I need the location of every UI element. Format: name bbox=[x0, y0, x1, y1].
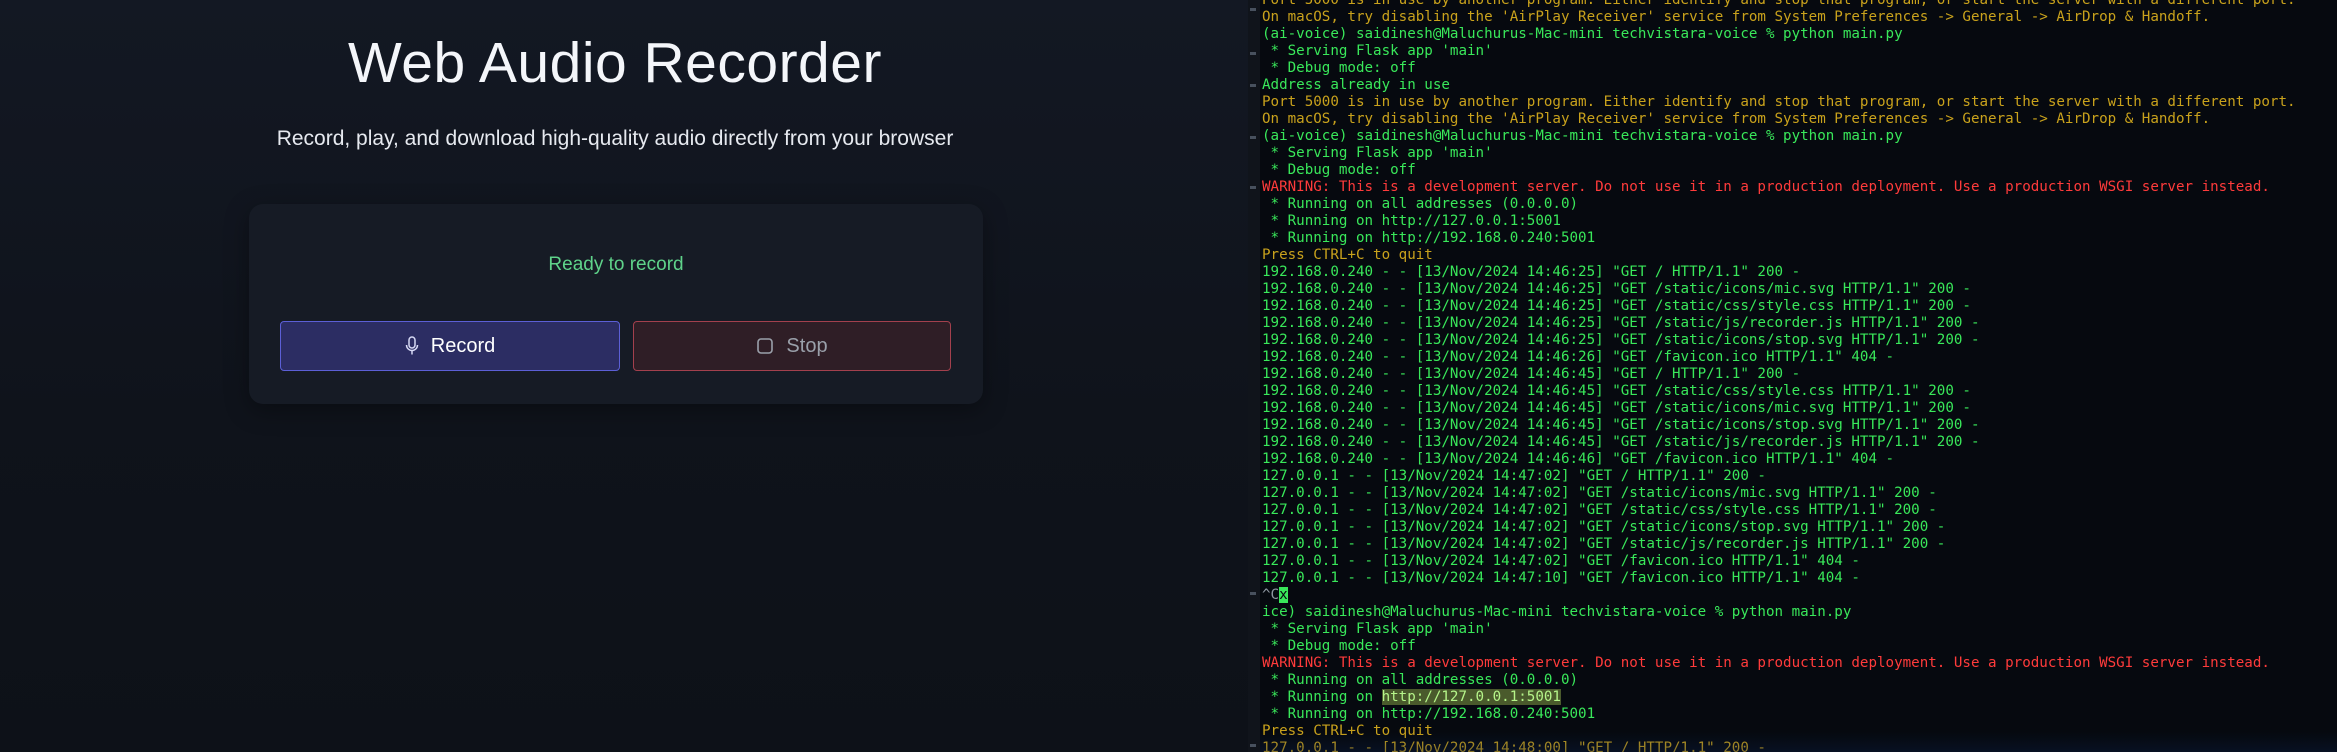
gutter-mark bbox=[1250, 744, 1256, 747]
terminal-line: 192.168.0.240 - - [13/Nov/2024 14:46:25]… bbox=[1262, 264, 1801, 280]
terminal-line: 127.0.0.1 - - [13/Nov/2024 14:47:02] "GE… bbox=[1262, 536, 1946, 552]
audio-recorder-app: Web Audio Recorder Record, play, and dow… bbox=[0, 0, 1248, 752]
terminal-line: 127.0.0.1 - - [13/Nov/2024 14:47:02] "GE… bbox=[1262, 485, 1937, 501]
terminal-line: 192.168.0.240 - - [13/Nov/2024 14:46:25]… bbox=[1262, 298, 1971, 314]
terminal-line: 127.0.0.1 - - [13/Nov/2024 14:48:00] "GE… bbox=[1262, 740, 1766, 752]
terminal-line: * Debug mode: off bbox=[1262, 638, 1416, 654]
terminal-pane[interactable]: Port 5000 is in use by another program. … bbox=[1260, 0, 2337, 752]
terminal-line: Port 5000 is in use by another program. … bbox=[1262, 0, 2296, 8]
terminal-gutter bbox=[1250, 0, 1258, 752]
terminal-line: * Running on http://192.168.0.240:5001 bbox=[1262, 706, 1596, 722]
gutter-mark bbox=[1250, 84, 1256, 87]
terminal-line: 192.168.0.240 - - [13/Nov/2024 14:46:26]… bbox=[1262, 349, 1895, 365]
terminal-line: * Debug mode: off bbox=[1262, 162, 1416, 178]
terminal-line: WARNING: This is a development server. D… bbox=[1262, 655, 2270, 671]
terminal-line: ^Cx bbox=[1262, 587, 1288, 603]
terminal-cursor: x bbox=[1279, 587, 1288, 603]
terminal-line: * Running on all addresses (0.0.0.0) bbox=[1262, 672, 1579, 688]
terminal-line: 127.0.0.1 - - [13/Nov/2024 14:47:02] "GE… bbox=[1262, 553, 1860, 569]
terminal-line: 192.168.0.240 - - [13/Nov/2024 14:46:46]… bbox=[1262, 451, 1895, 467]
gutter-mark bbox=[1250, 136, 1256, 139]
terminal-line: * Serving Flask app 'main' bbox=[1262, 43, 1493, 59]
terminal-line: (ai-voice) saidinesh@Maluchurus-Mac-mini… bbox=[1262, 128, 1903, 144]
terminal-line: 192.168.0.240 - - [13/Nov/2024 14:46:25]… bbox=[1262, 315, 1980, 331]
terminal-line: WARNING: This is a development server. D… bbox=[1262, 179, 2270, 195]
stop-square-icon bbox=[756, 337, 774, 355]
terminal-line: Press CTRL+C to quit bbox=[1262, 723, 1433, 739]
page-title: Web Audio Recorder bbox=[348, 31, 882, 95]
stop-button[interactable]: Stop bbox=[633, 321, 951, 371]
terminal-line: 192.168.0.240 - - [13/Nov/2024 14:46:45]… bbox=[1262, 366, 1801, 382]
gutter-mark bbox=[1250, 52, 1256, 55]
terminal-line: * Debug mode: off bbox=[1262, 60, 1416, 76]
terminal-line: Address already in use bbox=[1262, 77, 1450, 93]
terminal-line: * Running on http://192.168.0.240:5001 bbox=[1262, 230, 1596, 246]
selected-url[interactable]: http://127.0.0.1:5001 bbox=[1381, 689, 1561, 705]
terminal-line: ice) saidinesh@Maluchurus-Mac-mini techv… bbox=[1262, 604, 1852, 620]
terminal-line: (ai-voice) saidinesh@Maluchurus-Mac-mini… bbox=[1262, 26, 1903, 42]
terminal-line: * Running on http://127.0.0.1:5001 bbox=[1262, 689, 1561, 705]
recorder-card: Ready to record Record Stop bbox=[249, 204, 983, 404]
terminal-line: * Running on http://127.0.0.1:5001 bbox=[1262, 213, 1561, 229]
terminal-line: 192.168.0.240 - - [13/Nov/2024 14:46:45]… bbox=[1262, 400, 1971, 416]
terminal-line: 192.168.0.240 - - [13/Nov/2024 14:46:25]… bbox=[1262, 281, 1971, 297]
page-subtitle: Record, play, and download high-quality … bbox=[276, 127, 954, 150]
terminal-line: * Serving Flask app 'main' bbox=[1262, 621, 1493, 637]
record-label: Record bbox=[430, 334, 496, 357]
gutter-mark bbox=[1250, 186, 1256, 189]
terminal-line: Port 5000 is in use by another program. … bbox=[1262, 94, 2296, 110]
terminal-line: 192.168.0.240 - - [13/Nov/2024 14:46:25]… bbox=[1262, 332, 1980, 348]
terminal-line: 127.0.0.1 - - [13/Nov/2024 14:47:02] "GE… bbox=[1262, 502, 1937, 518]
terminal-line: 192.168.0.240 - - [13/Nov/2024 14:46:45]… bbox=[1262, 417, 1980, 433]
terminal-line: On macOS, try disabling the 'AirPlay Rec… bbox=[1262, 111, 2211, 127]
status-text: Ready to record bbox=[548, 254, 684, 275]
terminal-line: 127.0.0.1 - - [13/Nov/2024 14:47:10] "GE… bbox=[1262, 570, 1860, 586]
terminal-line: 127.0.0.1 - - [13/Nov/2024 14:47:02] "GE… bbox=[1262, 468, 1766, 484]
terminal-output: Port 5000 is in use by another program. … bbox=[1262, 0, 2337, 752]
record-button[interactable]: Record bbox=[280, 321, 620, 371]
terminal-line: * Serving Flask app 'main' bbox=[1262, 145, 1493, 161]
stop-label: Stop bbox=[786, 334, 828, 357]
gutter-mark bbox=[1250, 592, 1256, 595]
terminal-line: On macOS, try disabling the 'AirPlay Rec… bbox=[1262, 9, 2211, 25]
mic-icon bbox=[405, 336, 419, 356]
terminal-line: 127.0.0.1 - - [13/Nov/2024 14:47:02] "GE… bbox=[1262, 519, 1946, 535]
gutter-mark bbox=[1250, 8, 1256, 11]
terminal-line: 192.168.0.240 - - [13/Nov/2024 14:46:45]… bbox=[1262, 434, 1980, 450]
terminal-line: Press CTRL+C to quit bbox=[1262, 247, 1433, 263]
terminal-line: * Running on all addresses (0.0.0.0) bbox=[1262, 196, 1579, 212]
terminal-line: 192.168.0.240 - - [13/Nov/2024 14:46:45]… bbox=[1262, 383, 1971, 399]
